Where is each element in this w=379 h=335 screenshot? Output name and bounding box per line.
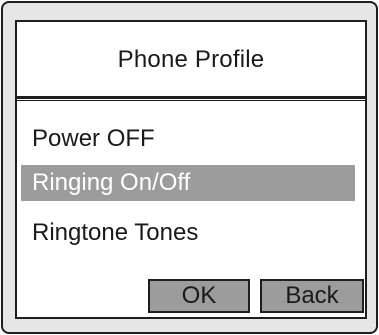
title-bar: Phone Profile — [17, 22, 365, 96]
title-divider-thin — [17, 100, 365, 101]
phone-profile-screen: Phone Profile Power OFF Ringing On/Off R… — [15, 20, 367, 319]
title-divider — [17, 96, 365, 99]
back-button[interactable]: Back — [260, 279, 364, 313]
ok-button[interactable]: OK — [148, 279, 250, 313]
menu-item-power-off[interactable]: Power OFF — [21, 121, 355, 157]
menu-item-ringing-on-off[interactable]: Ringing On/Off — [21, 165, 355, 201]
menu-item-ringtone-tones[interactable]: Ringtone Tones — [21, 215, 355, 251]
page-title: Phone Profile — [117, 46, 265, 73]
phone-device-frame: Phone Profile Power OFF Ringing On/Off R… — [1, 1, 378, 334]
